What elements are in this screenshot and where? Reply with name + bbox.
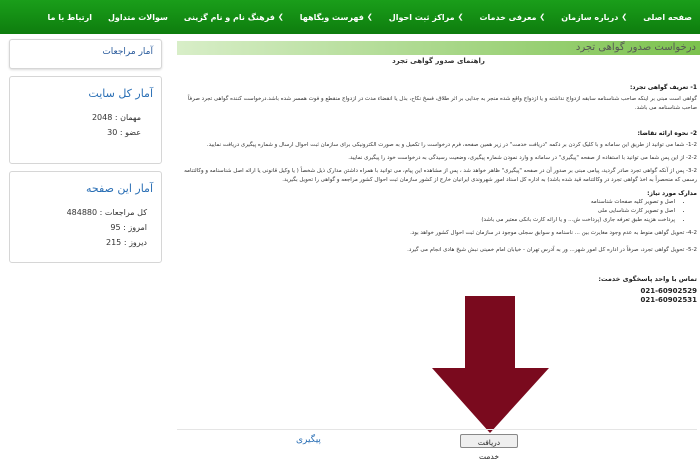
- step-2-5: 5-2- تحویل گواهی تجرد، صرفاً در اداره کل…: [407, 247, 697, 253]
- step-2-4: 4-2- تحویل گواهی منوط به عدم وجود مغایرت…: [410, 230, 697, 236]
- step-2-1: 1-2- شما می توانید از طریق این سامانه و …: [206, 142, 697, 148]
- main-content: درخواست صدور گواهی تجرد راهنمای صدور گوا…: [177, 41, 700, 305]
- page-stats-values: کل مراجعات : 484880 امروز : 95 دیروز : 2…: [66, 208, 147, 247]
- total-visits-count: 484880: [66, 208, 98, 217]
- chevron-left-icon: ❯: [621, 13, 628, 21]
- list-item: اصل و تصویر کارت شناسایی ملی: [177, 207, 675, 216]
- track-link[interactable]: پیگیری: [296, 435, 321, 445]
- chevron-left-icon: ❯: [457, 13, 464, 21]
- today-visits-count: 95: [110, 223, 121, 232]
- required-docs-title: مدارک مورد نیاز:: [647, 190, 697, 197]
- list-item: اصل و تصویر کلیه صفحات شناسنامه: [177, 198, 675, 207]
- site-stats-box: آمار کل سایت مهمان : 2048 عضو : 30: [9, 76, 162, 164]
- nav-item-about[interactable]: ❯ درباره سازمان: [553, 13, 635, 22]
- guide-text: 1- تعریف گواهی تجرد: گواهی است مبنی بر ا…: [177, 83, 700, 305]
- receive-service-button[interactable]: دریافت خدمت: [460, 434, 518, 461]
- phone-number: 021-60902529: [640, 287, 697, 295]
- step-2-3: 3-2- پس از آنکه گواهی تجرد صادر گردید، پ…: [184, 168, 697, 183]
- visits-stats-title: آمار مراجعات: [102, 47, 153, 57]
- page-stats-title: آمار این صفحه: [86, 182, 153, 195]
- nav-item-websites[interactable]: ❯ فهرست وبگاهها: [292, 13, 381, 22]
- nav-item-contact[interactable]: ارتباط با ما: [39, 13, 99, 22]
- nav-item-home[interactable]: صفحه اصلی: [635, 13, 700, 22]
- arrow-down-icon: [432, 296, 549, 433]
- nav-item-naming-culture[interactable]: ❯ فرهنگ نام و نام گزینی: [176, 13, 292, 22]
- site-stats-values: مهمان : 2048 عضو : 30: [91, 113, 141, 137]
- section-definition-text: گواهی است مبنی بر اینکه صاحب شناسنامه سا…: [187, 96, 697, 111]
- page-stats-box: آمار این صفحه کل مراجعات : 484880 امروز …: [9, 171, 162, 263]
- guests-count: 2048: [91, 113, 113, 122]
- required-docs-list: اصل و تصویر کلیه صفحات شناسنامه اصل و تص…: [177, 198, 697, 225]
- members-count: 30: [107, 128, 118, 137]
- chevron-left-icon: ❯: [366, 13, 373, 21]
- nav-item-registry-centers[interactable]: ❯ مراکز ثبت احوال: [381, 13, 472, 22]
- page-title: درخواست صدور گواهی تجرد: [177, 41, 700, 55]
- nav-item-services[interactable]: ❯ معرفی خدمات: [471, 13, 553, 22]
- nav-item-faq[interactable]: سوالات متداول: [100, 13, 176, 22]
- action-bar: دریافت خدمت پیگیری: [177, 429, 697, 461]
- list-item: پرداخت هزینه طبق تعرفه جاری (پرداخت ش...…: [177, 216, 675, 225]
- sidebar: آمار مراجعات آمار کل سایت مهمان : 2048 ع…: [9, 39, 162, 270]
- visits-stats-box: آمار مراجعات: [9, 39, 162, 69]
- main-navbar: صفحه اصلی ❯ درباره سازمان ❯ معرفی خدمات ❯ م…: [0, 0, 700, 34]
- section-request-title: 2- نحوه ارائه تقاضا:: [637, 130, 697, 137]
- chevron-left-icon: ❯: [277, 13, 284, 21]
- yesterday-visits-count: 215: [106, 238, 122, 247]
- page-subtitle: راهنمای صدور گواهی تجرد: [392, 57, 485, 65]
- section-definition-title: 1- تعریف گواهی تجرد:: [629, 84, 697, 91]
- contact-title: تماس با واحد پاسخگوی خدمت:: [598, 275, 697, 283]
- step-2-2: 2-2- از این پس شما می توانید با استفاده …: [348, 155, 697, 161]
- chevron-left-icon: ❯: [539, 13, 546, 21]
- site-stats-title: آمار کل سایت: [88, 87, 153, 100]
